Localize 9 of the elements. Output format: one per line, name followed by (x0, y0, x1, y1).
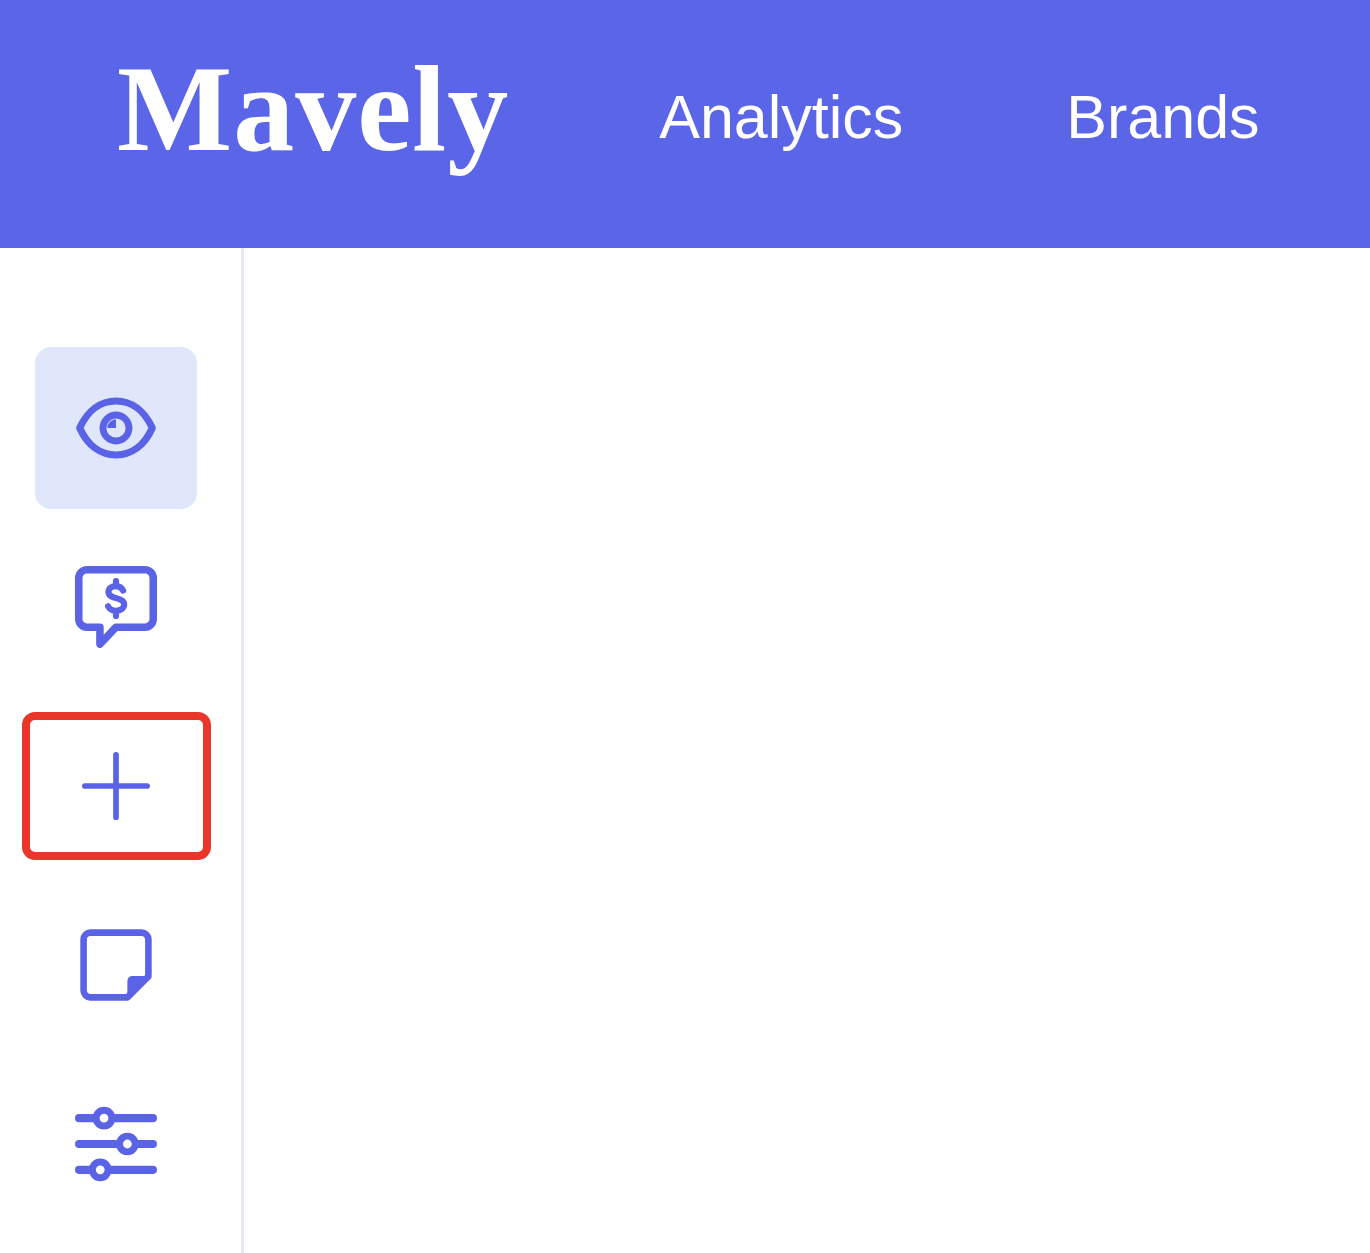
sticky-note-icon (80, 929, 152, 1001)
sidebar-item[interactable] (35, 347, 197, 509)
nav-link[interactable]: Analytics (659, 81, 904, 155)
nav-link[interactable]: Brands (1066, 81, 1260, 155)
plus-icon (82, 752, 150, 820)
logo[interactable]: Mavely (117, 29, 510, 189)
dollar-chat-icon (75, 566, 157, 648)
sliders-icon (75, 1106, 157, 1182)
eye-icon (75, 397, 157, 459)
